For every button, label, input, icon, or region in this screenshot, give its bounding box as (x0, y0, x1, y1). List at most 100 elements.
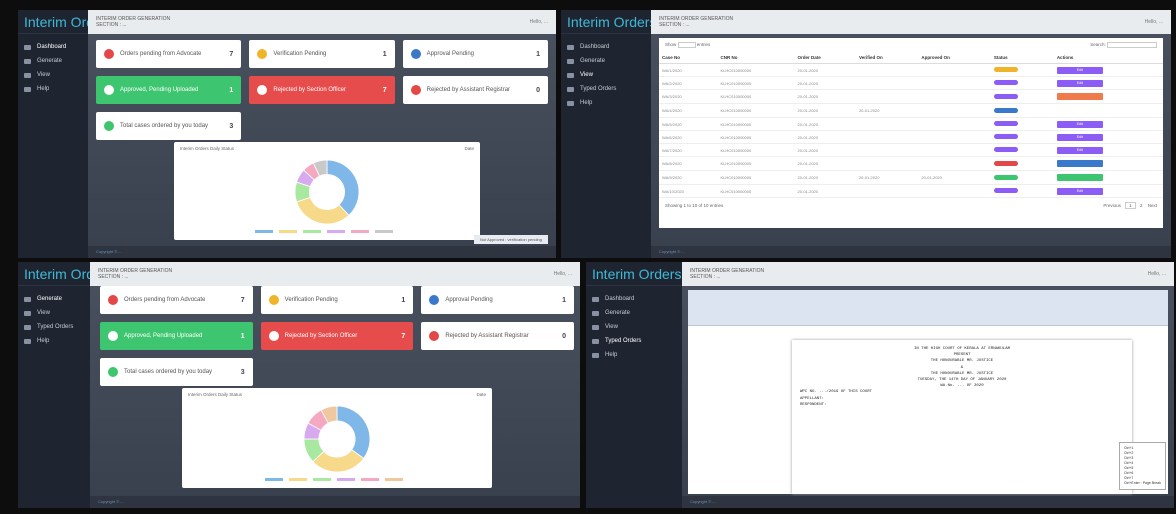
approval-icon (410, 49, 421, 59)
row-action-button[interactable] (1056, 92, 1103, 100)
help-icon (24, 86, 31, 92)
nav-help[interactable]: Help (586, 348, 682, 362)
row-action-button[interactable]: Edit (1056, 146, 1103, 154)
card-total-cases-today[interactable]: Total cases ordered by you today 3 (100, 358, 253, 386)
shortcut-tooltip: Ctrl+1 Ctrl+2 Ctrl+3 Ctrl+4 Ctrl+5 Ctrl+6 Ctrl… (1118, 442, 1166, 490)
user-menu[interactable]: Hello, ... (530, 19, 548, 25)
nav-generate[interactable]: Generate (18, 54, 88, 68)
view-icon (592, 324, 599, 330)
card-rejected-assistant-registrar[interactable]: Rejected by Assistant Registrar 0 (421, 322, 574, 350)
table-row: WA/10/2020 KLHC010000000 20-01-2020 Edit (659, 184, 1163, 198)
sidebar-nav: Dashboard Generate View Typed Orders Hel… (561, 34, 651, 110)
advocate-icon (104, 49, 114, 59)
donut-slice (326, 159, 360, 216)
generate-icon (24, 58, 31, 64)
view-icon (24, 72, 31, 78)
check-icon (104, 121, 114, 131)
document-line: TUESDAY, THE 14TH DAY OF JANUARY 2020 (917, 378, 1007, 383)
document-page[interactable]: IN THE HIGH COURT OF KERALA AT ERNAKULAM… (792, 340, 1132, 494)
row-action-button[interactable]: Edit (1056, 133, 1103, 141)
generate-icon (567, 58, 574, 64)
nav-view[interactable]: View (586, 320, 682, 334)
legend-swatch (289, 478, 307, 481)
user-menu[interactable]: Hello, ... (1145, 19, 1163, 25)
document-line: RESPONDENT: (800, 402, 827, 407)
card-rejected-assistant-registrar[interactable]: Rejected by Assistant Registrar 0 (402, 76, 548, 104)
upload-icon (104, 85, 114, 95)
reject-ar-icon (429, 331, 440, 341)
generate-icon (592, 310, 599, 316)
next-button[interactable]: Next (1148, 203, 1157, 208)
chart-title: Interim Orders Daily Status (180, 146, 235, 151)
nav-view[interactable]: View (561, 68, 651, 82)
nav-help[interactable]: Help (18, 334, 90, 348)
card-verification-pending[interactable]: Verification Pending 1 (249, 40, 395, 68)
legend-swatch (375, 230, 393, 233)
nav-typed-orders[interactable]: Typed Orders (586, 334, 682, 348)
row-action-button[interactable]: Edit (1056, 187, 1103, 195)
status-badge (993, 107, 1018, 113)
status-badge (993, 188, 1018, 193)
dashboard-icon (24, 44, 31, 50)
dashboard-panel-2: Interim Orders Generate View Typed Order… (18, 262, 580, 508)
nav-typed-orders[interactable]: Typed Orders (561, 82, 651, 96)
card-total-cases-today[interactable]: Total cases ordered by you today 3 (96, 112, 242, 140)
status-badge (993, 121, 1018, 126)
help-icon (567, 100, 574, 106)
topbar: INTERIM ORDER GENERATION SECTION : ... He… (90, 262, 580, 286)
nav-dashboard[interactable]: Dashboard (18, 40, 88, 54)
table-header-row: Case No CNR No Order Date Verified On Ap… (659, 52, 1163, 64)
editor-ribbon[interactable] (688, 290, 1168, 326)
legend-swatch (351, 230, 369, 233)
card-approved-pending-upload[interactable]: Approved, Pending Uploaded 1 (96, 76, 242, 104)
card-approved-pending-upload[interactable]: Approved, Pending Uploaded 1 (100, 322, 253, 350)
card-orders-pending[interactable]: Orders pending from Advocate 7 (96, 40, 242, 68)
card-rejected-section-officer[interactable]: Rejected by Section Officer 7 (249, 76, 395, 104)
dashboard-icon (592, 296, 599, 302)
footer: Copyright © ... (90, 496, 580, 508)
nav-generate[interactable]: Generate (586, 306, 682, 320)
orders-table: Case No CNR No Order Date Verified On Ap… (659, 52, 1163, 198)
nav-help[interactable]: Help (18, 82, 88, 96)
row-action-button[interactable] (1056, 159, 1103, 167)
chart-title: Interim Orders Daily Status (188, 392, 243, 397)
status-cards: Orders pending from Advocate 7 Verificati… (96, 40, 548, 140)
sidebar-nav: Dashboard Generate View Typed Orders Hel… (586, 286, 682, 362)
legend-swatch (265, 478, 283, 481)
nav-dashboard[interactable]: Dashboard (586, 292, 682, 306)
dashboard-icon (567, 44, 574, 50)
card-verification-pending[interactable]: Verification Pending 1 (260, 286, 414, 314)
card-approval-pending[interactable]: Approval Pending 1 (402, 40, 548, 68)
search-input[interactable] (1107, 42, 1157, 48)
row-action-button[interactable] (1056, 106, 1103, 114)
page-2-button[interactable]: 2 (1140, 203, 1143, 208)
main-area: INTERIM ORDER GENERATION SECTION : ... He… (88, 10, 556, 258)
nav-help[interactable]: Help (561, 96, 651, 110)
document-line: PRESENT (953, 353, 971, 358)
user-menu[interactable]: Hello, ... (554, 271, 572, 277)
donut-chart (255, 159, 393, 233)
status-badge (993, 147, 1018, 152)
user-menu[interactable]: Hello, ... (1148, 271, 1166, 277)
main-area: INTERIM ORDER GENERATION SECTION : ... He… (682, 262, 1174, 508)
nav-dashboard[interactable]: Dashboard (561, 40, 651, 54)
page-1-button[interactable]: 1 (1125, 202, 1136, 209)
brand-title: Interim Orders (561, 10, 656, 34)
card-rejected-section-officer[interactable]: Rejected by Section Officer 7 (260, 322, 414, 350)
row-action-button[interactable] (1056, 173, 1103, 181)
entries-select[interactable] (677, 42, 696, 48)
nav-view[interactable]: View (18, 68, 88, 82)
card-orders-pending[interactable]: Orders pending from Advocate 7 (100, 286, 253, 314)
nav-view[interactable]: View (18, 306, 90, 320)
brand-title: Interim Orders (18, 10, 113, 34)
row-action-button[interactable]: Edit (1056, 120, 1103, 128)
nav-generate[interactable]: Generate (561, 54, 651, 68)
card-approval-pending[interactable]: Approval Pending 1 (421, 286, 574, 314)
row-action-button[interactable]: Edit (1056, 66, 1103, 74)
row-action-button[interactable]: Edit (1056, 79, 1103, 87)
nav-generate[interactable]: Generate (18, 292, 90, 306)
reject-ar-icon (410, 85, 421, 95)
pagination: Previous 1 2 Next (1103, 202, 1157, 209)
nav-typed-orders[interactable]: Typed Orders (18, 320, 90, 334)
prev-button[interactable]: Previous (1103, 203, 1121, 208)
